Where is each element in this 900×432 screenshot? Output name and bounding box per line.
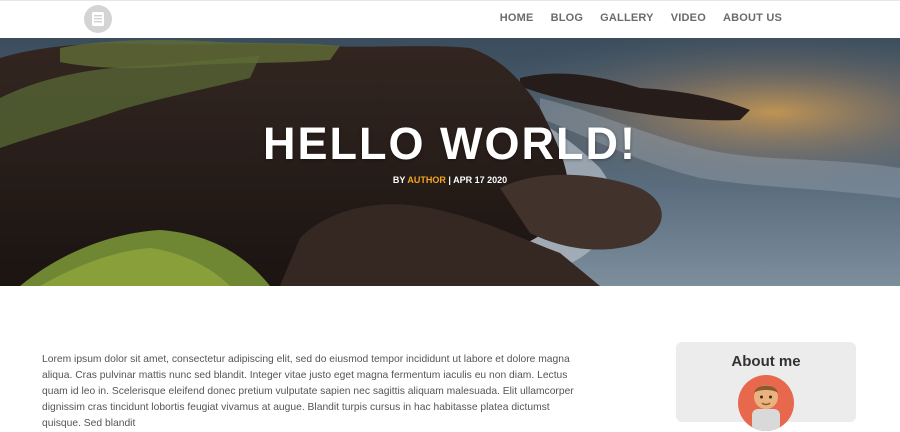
post-date: APR 17 2020 <box>453 175 508 185</box>
nav-about-us[interactable]: ABOUT US <box>723 12 782 24</box>
main-nav: HOME BLOG GALLERY VIDEO ABOUT US <box>500 12 782 24</box>
hero-banner: HELLO WORLD! BY AUTHOR | APR 17 2020 <box>0 38 900 286</box>
nav-gallery[interactable]: GALLERY <box>600 12 654 24</box>
logo-menu-icon[interactable] <box>84 5 112 33</box>
about-me-title: About me <box>731 353 801 370</box>
hero-title: HELLO WORLD! <box>263 118 637 169</box>
site-header: HOME BLOG GALLERY VIDEO ABOUT US <box>0 0 900 38</box>
author-link[interactable]: AUTHOR <box>407 175 446 185</box>
post-meta: BY AUTHOR | APR 17 2020 <box>0 175 900 185</box>
person-avatar-icon <box>752 385 780 431</box>
nav-blog[interactable]: BLOG <box>551 12 584 24</box>
meta-separator: | <box>448 175 451 185</box>
nav-video[interactable]: VIDEO <box>671 12 706 24</box>
avatar <box>738 375 794 431</box>
meta-by: BY <box>392 175 406 185</box>
post-body: Lorem ipsum dolor sit amet, consectetur … <box>42 354 574 429</box>
about-me-card: About me <box>676 342 856 431</box>
nav-home[interactable]: HOME <box>500 12 534 24</box>
